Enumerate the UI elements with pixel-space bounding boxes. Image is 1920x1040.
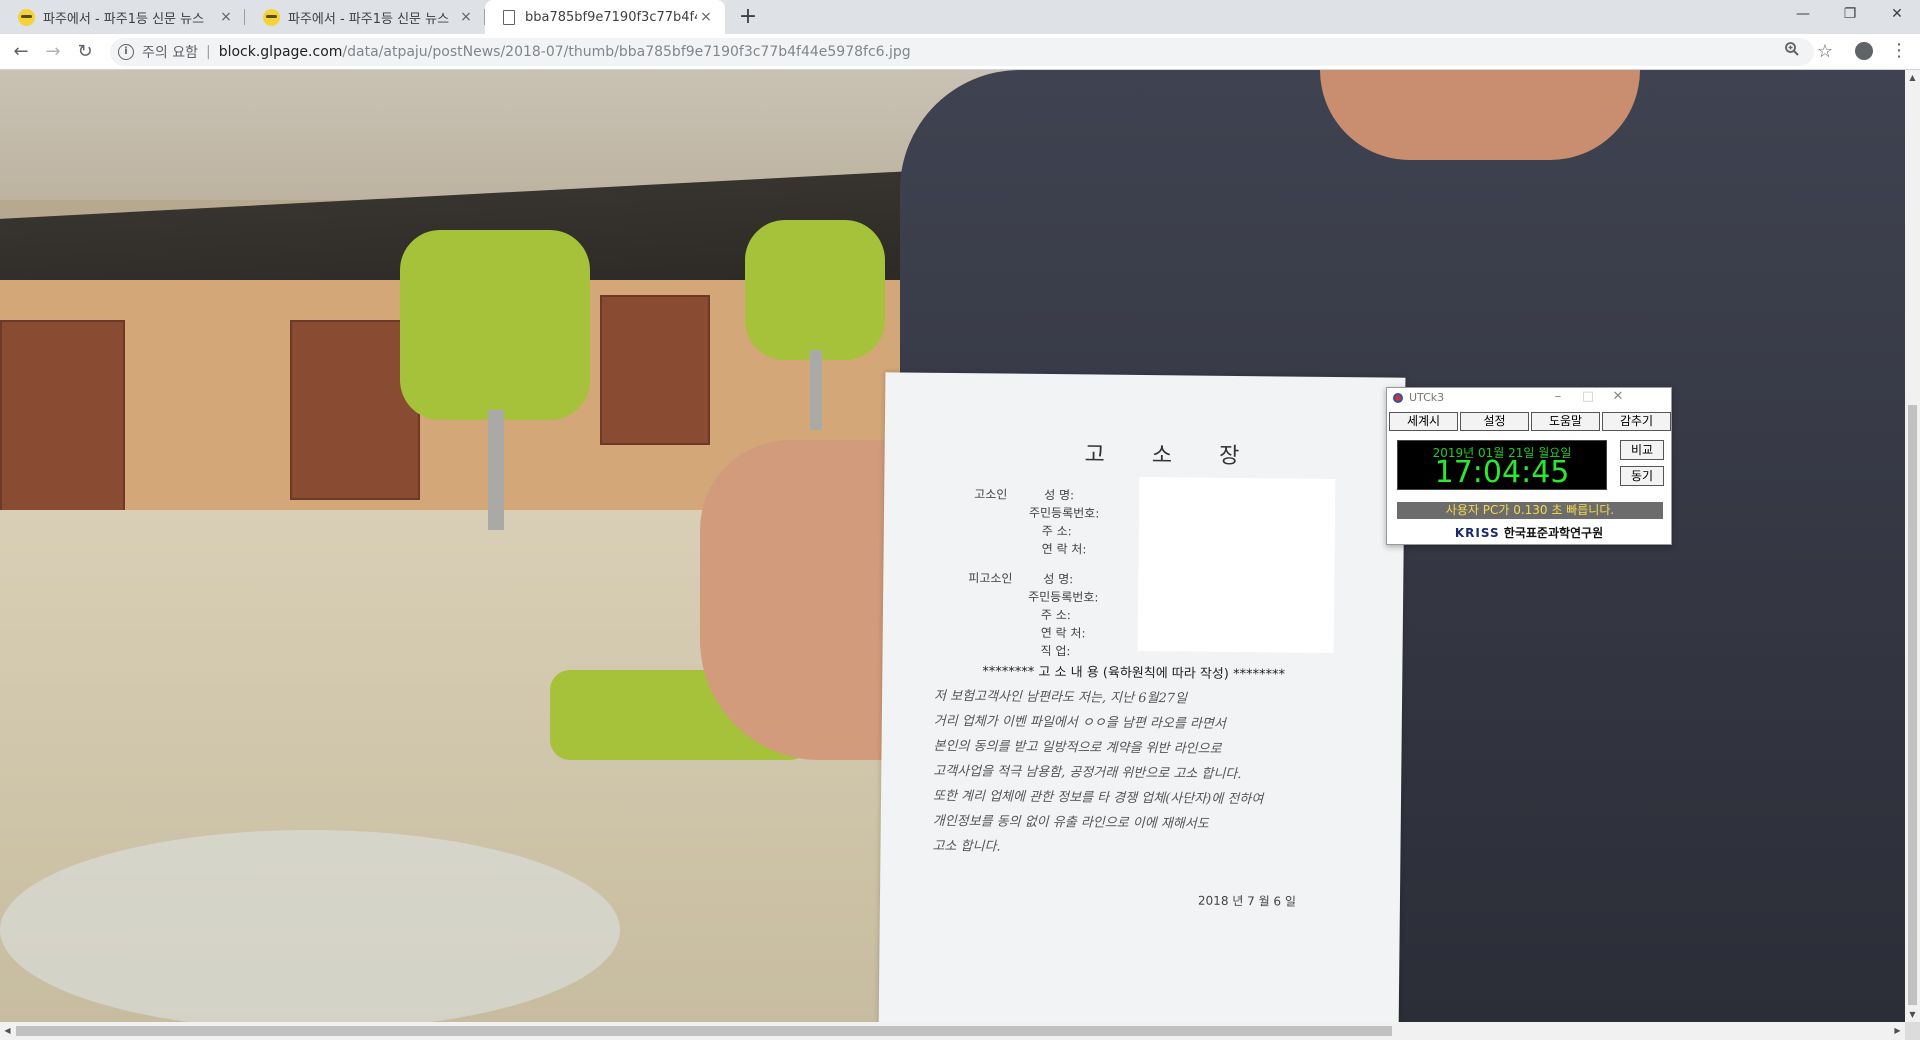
photo-wood-panel [600,295,710,445]
field-resident-no: 주민등록번호: [1028,505,1100,521]
url-host: block.glpage.com [218,44,343,60]
utck-sync-button[interactable]: 동기 [1620,466,1664,486]
redaction-block [1137,476,1336,654]
scrollbar-corner [1905,1022,1920,1040]
tab-title: bba785bf9e7190f3c77b4f44e597 [525,9,697,25]
utck-compare-button[interactable]: 비교 [1620,440,1664,460]
forward-button[interactable]: → [41,40,65,64]
scroll-right-icon[interactable]: ▶ [1890,1022,1905,1040]
document-title: 고 소 장 [1084,442,1260,470]
tab-close-icon[interactable]: × [217,9,235,25]
utck-minimize-button[interactable]: – [1547,389,1569,404]
handwritten-line: 개인정보를 동의 없이 유출 라인으로 이에 재해서도 [932,813,1209,832]
vertical-scroll-thumb[interactable] [1908,405,1917,1005]
plaintiff-label: 고소인 [974,487,1008,502]
field-resident-no: 주민등록번호: [1028,589,1099,605]
news-favicon-icon [263,8,280,26]
tab-close-icon[interactable]: × [697,9,715,25]
field-contact: 연 락 처: [1041,541,1087,557]
utck-titlebar[interactable]: UTCk3 – □ ✕ [1387,388,1671,408]
browser-menu-button[interactable]: ⋮ [1890,40,1908,64]
defendant-label: 피고소인 [968,571,1013,586]
browser-tab-1[interactable]: 파주에서 - 파주1등 신문 뉴스 × [0,0,245,34]
utck-title: UTCk3 [1409,391,1445,404]
utck-tab-bar: 세계시 설정 도움말 감추기 [1389,412,1671,431]
photo-green-chair [400,230,590,420]
photo-glass-table [0,830,620,1022]
url-path: /data/atpaju/postNews/2018-07/thumb/bba7… [342,44,911,60]
field-address: 주 소: [1041,523,1072,539]
utck-time: 17:04:45 [1434,455,1570,490]
utck-close-button[interactable]: ✕ [1607,389,1629,404]
star-icon[interactable]: ☆ [1813,40,1837,64]
scroll-left-icon[interactable]: ◀ [0,1022,15,1040]
handwritten-line: 저 보험고객사인 남편라도 저는, 지난 6월27일 [934,688,1188,707]
utck-maximize-button[interactable]: □ [1577,389,1599,404]
kriss-logo-icon [1393,393,1403,403]
image-viewport: 고 소 장 고소인 성 명: 주민등록번호: 주 소: 연 락 처: 피고소인 … [0,70,1905,1022]
handwritten-line: 고소 합니다. [932,838,1001,855]
kriss-org-name: 한국표준과학연구원 [1503,526,1604,540]
zoom-icon[interactable] [1780,40,1804,64]
utck-tab-world-time[interactable]: 세계시 [1389,412,1458,431]
news-favicon-icon [18,8,35,26]
kriss-brand: KRISS [1454,526,1500,540]
field-occupation: 직 업: [1040,643,1071,659]
photo-person-neck [1320,70,1640,160]
photo-wood-panel [0,320,125,520]
handwritten-line: 본인의 동의를 받고 일방적으로 계약을 위반 라인으로 [933,738,1222,757]
close-window-button[interactable]: ✕ [1874,0,1920,30]
photo-green-chair [745,220,885,360]
tab-title: 파주에서 - 파주1등 신문 뉴스 [43,11,205,27]
field-name: 성 명: [1043,571,1074,587]
browser-tab-active[interactable]: bba785bf9e7190f3c77b4f44e597 × [485,0,725,34]
tab-title: 파주에서 - 파주1등 신문 뉴스 [288,11,450,27]
url-separator: | [205,44,211,60]
tab-strip: 파주에서 - 파주1등 신문 뉴스 × 파주에서 - 파주1등 신문 뉴스 × … [0,0,1920,34]
utck-tab-help[interactable]: 도움말 [1531,412,1600,431]
handwritten-line: 고객사업을 적극 남용함, 공정거래 위반으로 고소 합니다. [933,763,1242,783]
profile-avatar-icon[interactable] [1855,42,1873,60]
utck-footer: KRISS 한국표준과학연구원 [1387,524,1671,542]
scroll-down-icon[interactable]: ▼ [1905,1007,1920,1022]
maximize-button[interactable]: ❐ [1827,0,1873,30]
reload-button[interactable]: ↻ [73,40,97,64]
utck-window: UTCk3 – □ ✕ 세계시 설정 도움말 감추기 2019년 01월 21일… [1386,387,1672,545]
handwritten-line: 거리 업체가 이벤 파일에서 ㅇㅇ을 남편 라오를 라면서 [933,713,1226,732]
browser-tab-2[interactable]: 파주에서 - 파주1등 신문 뉴스 × [245,0,485,34]
new-tab-button[interactable]: + [735,4,761,30]
handwritten-line: 또한 계리 업체에 관한 정보를 타 경쟁 업체(사단자)에 전하여 [932,788,1264,808]
horizontal-scrollbar[interactable]: ◀ ▶ [0,1022,1905,1040]
document-icon [503,9,515,25]
horizontal-scroll-thumb[interactable] [16,1026,1392,1036]
utck-tab-hide[interactable]: 감추기 [1602,412,1671,431]
info-icon[interactable]: i [118,44,134,60]
scroll-up-icon[interactable]: ▲ [1905,70,1920,85]
utck-clock-display: 2019년 01월 21일 월요일 17:04:45 [1397,440,1607,490]
utck-status-bar: 사용자 PC가 0.130 초 빠릅니다. [1397,502,1663,519]
address-bar[interactable]: i 주의 요함 | block.glpage.com /data/atpaju/… [110,38,1814,66]
field-name: 성 명: [1044,487,1075,503]
photo-chair-pole [810,350,822,430]
back-button[interactable]: ← [9,40,33,64]
tab-close-icon[interactable]: × [457,9,475,25]
complaint-document: 고 소 장 고소인 성 명: 주민등록번호: 주 소: 연 락 처: 피고소인 … [878,372,1406,1022]
browser-toolbar: ← → ↻ i 주의 요함 | block.glpage.com /data/a… [0,34,1920,70]
field-contact: 연 락 처: [1040,625,1086,641]
photo-chair-pole [488,410,504,530]
utck-tab-settings[interactable]: 설정 [1460,412,1529,431]
security-warning[interactable]: 주의 요함 [142,42,198,62]
vertical-scrollbar[interactable]: ▲ ▼ [1905,70,1920,1022]
field-address: 주 소: [1040,607,1071,623]
minimize-button[interactable]: — [1780,0,1826,30]
document-date: 2018 년 7 월 6 일 [1197,893,1297,909]
complaint-heading: ******** 고 소 내 용 (육하원칙에 따라 작성) ******** [982,664,1286,683]
